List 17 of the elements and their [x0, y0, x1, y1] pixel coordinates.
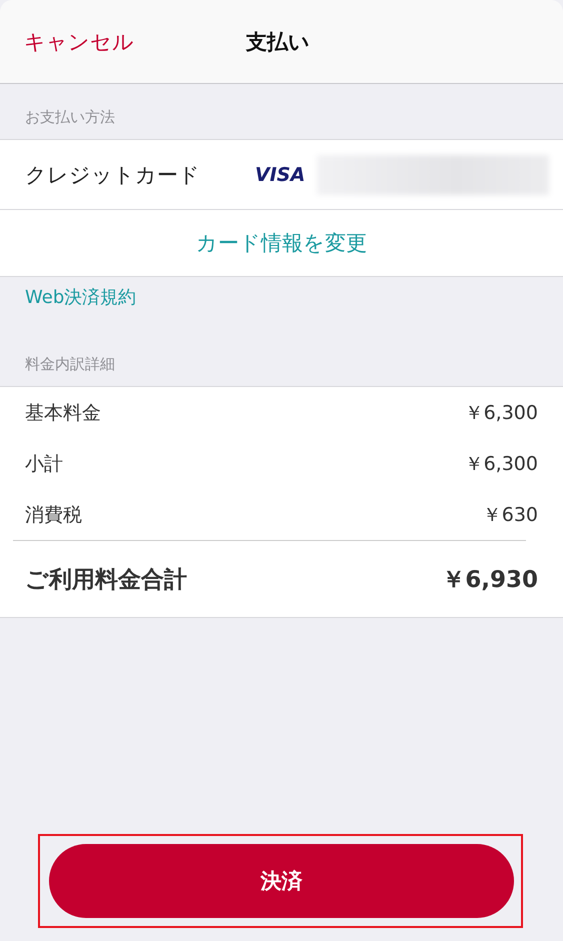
payment-method-label: クレジットカード — [25, 162, 201, 188]
fee-label: 基本料金 — [25, 400, 101, 426]
card-brand-logo: VISA — [255, 164, 306, 186]
section-label: 料金内訳詳細 — [24, 354, 116, 375]
fee-amount: ￥6,300 — [464, 452, 538, 476]
fee-amount: ￥6,300 — [464, 400, 538, 426]
cancel-button[interactable]: キャンセル — [14, 24, 144, 60]
fee-label: 小計 — [25, 452, 63, 476]
terms-link[interactable]: Web決済規約 — [25, 285, 136, 309]
change-card-button[interactable]: カード情報を変更 — [0, 210, 563, 277]
pay-button[interactable]: 決済 — [49, 844, 514, 918]
total-label: ご利用料金合計 — [24, 566, 187, 594]
fee-amount: ￥630 — [482, 502, 538, 528]
fee-label: 消費税 — [25, 502, 82, 528]
total-amount: ￥6,930 — [442, 566, 538, 594]
section-label: お支払い方法 — [24, 107, 116, 128]
page-title: 支払い — [246, 28, 310, 56]
